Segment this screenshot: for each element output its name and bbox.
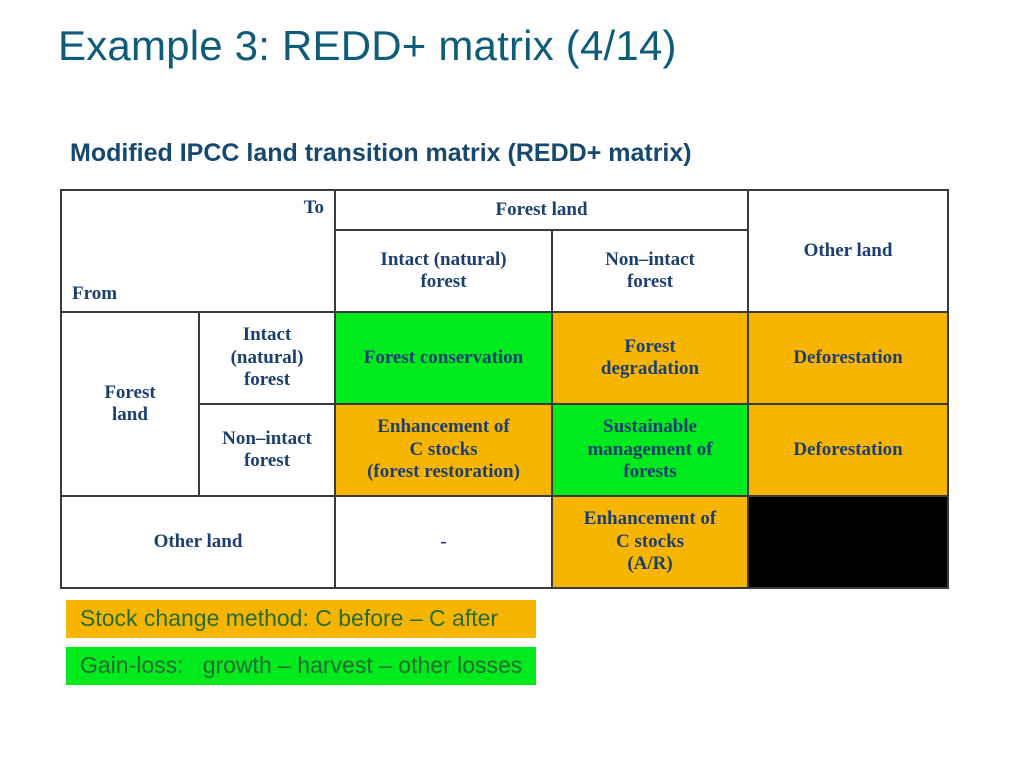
row-header-intact-line2: (natural) (230, 346, 304, 368)
cell-sustainable-management-line1: Sustainable (603, 416, 697, 438)
row-header-intact-line1: Intact (242, 324, 292, 346)
cell-forest-degradation-line1: Forest (624, 335, 676, 357)
cell-enhancement-restoration-line2: C stocks (409, 438, 478, 460)
column-header-intact-forest-line2: forest (420, 271, 467, 292)
cell-enhancement-ar-line1: Enhancement of (583, 508, 717, 530)
column-header-nonintact-forest-line2: forest (626, 271, 674, 292)
matrix-subtitle: Modified IPCC land transition matrix (RE… (70, 139, 692, 167)
row-header-nonintact-line1: Non–intact (222, 427, 312, 449)
row-group-label-line2: land (112, 404, 148, 425)
cell-enhancement-restoration-line1: Enhancement of (377, 416, 510, 438)
redd-matrix-container: To From Forest land Other land Intact (n… (60, 189, 950, 589)
column-header-nonintact-forest: Non–intact forest (550, 229, 750, 313)
redd-matrix-table: To From Forest land Other land Intact (n… (60, 189, 950, 589)
column-group-forest-land: Forest land (333, 189, 750, 231)
cell-forest-degradation: Forest degradation (550, 311, 750, 405)
column-header-intact-forest-line1: Intact (natural) (380, 248, 507, 270)
axis-corner-cell: To From (60, 189, 336, 313)
column-header-other-land: Other land (747, 189, 950, 313)
legend-item-gain-loss: Gain-loss: growth – harvest – other loss… (66, 647, 537, 685)
row-header-nonintact-line2: forest (243, 450, 291, 471)
row-group-label-line1: Forest (104, 381, 156, 403)
column-header-nonintact-forest-line1: Non–intact (605, 248, 695, 270)
row-header-other-land: Other land (60, 495, 336, 589)
cell-other-to-other (747, 495, 950, 589)
cell-enhancement-ar-line3: (A/R) (627, 553, 673, 575)
cell-forest-degradation-line2: degradation (600, 358, 700, 379)
table-row-other-land: Other land - Enhancement of C stocks (A/… (60, 495, 950, 589)
cell-deforestation-from-intact: Deforestation (747, 311, 950, 405)
table-header-row-group: To From Forest land Other land (60, 189, 950, 313)
cell-deforestation-from-nonintact: Deforestation (747, 403, 950, 497)
column-header-intact-forest: Intact (natural) forest (334, 229, 553, 313)
cell-sustainable-management-line3: forests (623, 461, 677, 483)
table-row-intact-forest: Forest land Intact (natural) forest Fore… (60, 311, 950, 497)
cell-forest-conservation: Forest conservation (334, 311, 553, 405)
cell-other-to-intact: - (334, 495, 553, 589)
cell-enhancement-forest-restoration: Enhancement of C stocks (forest restorat… (334, 403, 553, 497)
row-header-intact-forest: Intact (natural) forest (198, 311, 336, 405)
cell-enhancement-ar-line2: C stocks (615, 530, 685, 552)
cell-sustainable-management-line2: management of (587, 438, 713, 460)
legend-item-stock-change-method: Stock change method: C before – C after (66, 600, 537, 638)
legend: Stock change method: C before – C after … (66, 600, 537, 685)
cell-enhancement-restoration-line3: (forest restoration) (367, 461, 520, 483)
page-title: Example 3: REDD+ matrix (4/14) (58, 22, 677, 69)
row-header-nonintact-forest: Non–intact forest (198, 403, 336, 497)
axis-label-to: To (303, 197, 324, 218)
row-header-intact-line3: forest (243, 369, 291, 391)
axis-label-from: From (72, 282, 118, 304)
cell-enhancement-afforestation-reforestation: Enhancement of C stocks (A/R) (550, 495, 750, 589)
row-group-label-forest-land: Forest land (60, 311, 200, 497)
cell-sustainable-management: Sustainable management of forests (550, 403, 750, 497)
